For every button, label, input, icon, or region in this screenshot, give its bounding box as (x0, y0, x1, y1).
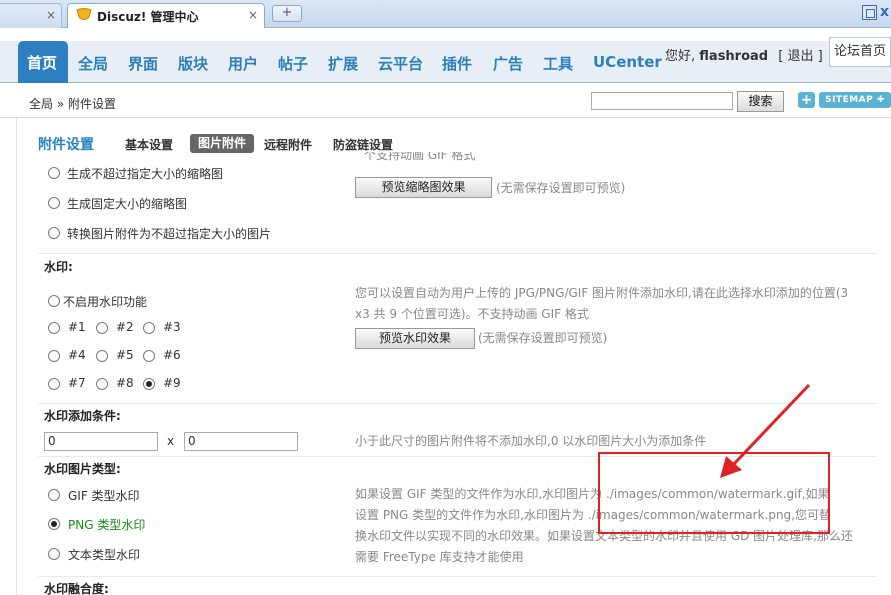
position-label: #8 (116, 376, 134, 390)
nav-item-forums[interactable]: 版块 (178, 53, 208, 74)
preview-thumbnail-button[interactable]: 预览缩略图效果 (355, 177, 492, 198)
min-width-input[interactable]: 0 (44, 432, 158, 451)
preview-watermark-hint: (无需保存设置即可预览) (478, 331, 608, 345)
condition-heading: 水印添加条件: (44, 409, 121, 423)
radio-thumb-fixed-size[interactable] (48, 197, 60, 209)
thumb-max-size-label: 生成不超过指定大小的缩略图 (67, 167, 224, 181)
radio-position-6[interactable] (143, 350, 155, 362)
browser-tab-active[interactable]: Discuz! 管理中心 × (67, 3, 265, 28)
nav-item-global[interactable]: 全局 (78, 53, 108, 74)
tab-anti-leech[interactable]: 防盗链设置 (333, 136, 393, 153)
position-label: #6 (163, 348, 181, 362)
nav-item-home[interactable]: 首页 (18, 41, 68, 83)
png-watermark-label: PNG 类型水印 (68, 518, 146, 532)
greeting-text: 您好, (665, 49, 696, 64)
new-tab-button[interactable]: + (272, 5, 302, 22)
preview-thumbnail-hint: (无需保存设置即可预览) (496, 181, 626, 195)
radio-position-4[interactable] (48, 350, 60, 362)
radio-position-5[interactable] (96, 350, 108, 362)
breadcrumb: 全局 » 附件设置 (29, 97, 116, 111)
hint-line: 需要 FreeType 库支持才能使用 (355, 550, 524, 564)
position-label: #3 (163, 320, 181, 334)
logout-link[interactable]: [ 退出 ] (778, 49, 822, 64)
sitemap-button[interactable]: SITEMAP ✚ (819, 92, 891, 108)
gif-watermark-label: GIF 类型水印 (68, 489, 140, 503)
convert-image-label: 转换图片附件为不超过指定大小的图片 (67, 227, 272, 241)
position-label: #9 (163, 376, 181, 390)
nav-item-extend[interactable]: 扩展 (328, 53, 358, 74)
radio-gif-watermark[interactable] (48, 489, 60, 501)
tab-title: Discuz! 管理中心 (97, 10, 199, 24)
nav-item-ucenter[interactable]: UCenter (593, 53, 662, 71)
radio-convert-image[interactable] (48, 227, 60, 239)
radio-text-watermark[interactable] (48, 548, 60, 560)
text-watermark-label: 文本类型水印 (68, 548, 141, 562)
restore-window-icon[interactable] (862, 5, 877, 20)
nav-item-cloud[interactable]: 云平台 (378, 53, 423, 74)
position-label: #2 (116, 320, 134, 334)
nav-item-ads[interactable]: 广告 (493, 53, 523, 74)
search-input[interactable] (591, 92, 733, 110)
position-label: #5 (116, 348, 134, 362)
divider (38, 576, 876, 577)
nav-item-plugins[interactable]: 插件 (442, 53, 472, 74)
user-greeting: 您好, flashroad [ 退出 ] (665, 45, 823, 64)
search-button[interactable]: 搜索 (737, 91, 784, 112)
position-label: #1 (68, 320, 86, 334)
condition-hint: 小于此尺寸的图片附件将不添加水印,0 以水印图片大小为添加条件 (355, 434, 707, 448)
browser-tab-inactive[interactable]: × (0, 3, 62, 28)
thumb-fixed-size-label: 生成固定大小的缩略图 (67, 197, 188, 211)
page-title: 附件设置 (38, 137, 94, 153)
radio-position-9[interactable] (143, 378, 155, 390)
radio-position-1[interactable] (48, 322, 60, 334)
radio-png-watermark[interactable] (48, 518, 60, 530)
tab-basic-settings[interactable]: 基本设置 (125, 136, 173, 153)
username: flashroad (699, 49, 769, 64)
radio-position-2[interactable] (96, 322, 108, 334)
hint-line: x3 共 9 个位置可选)。不支持动画 GIF 格式 (355, 307, 589, 321)
nav-item-users[interactable]: 用户 (228, 53, 258, 74)
image-type-heading: 水印图片类型: (44, 462, 121, 476)
tab-image-attachments[interactable]: 图片附件 (190, 134, 254, 153)
size-separator: x (167, 434, 175, 448)
close-icon[interactable]: × (46, 8, 56, 22)
radio-position-3[interactable] (143, 322, 155, 334)
position-label: #7 (68, 376, 86, 390)
min-height-input[interactable]: 0 (184, 432, 298, 451)
radio-thumb-max-size[interactable] (48, 167, 60, 179)
window-close-icon[interactable]: x (880, 4, 889, 20)
add-shortcut-button[interactable]: + (798, 92, 815, 108)
discuz-favicon-icon (76, 8, 92, 20)
nav-item-tools[interactable]: 工具 (543, 53, 573, 74)
position-label: #4 (68, 348, 86, 362)
close-icon[interactable]: × (248, 8, 258, 22)
radio-position-7[interactable] (48, 378, 60, 390)
thumb-truncated-hint: 个支持动画 GIF 格式 (364, 152, 476, 162)
tab-remote-attachments[interactable]: 远程附件 (264, 136, 312, 153)
preview-watermark-button[interactable]: 预览水印效果 (355, 328, 475, 349)
radio-position-8[interactable] (96, 378, 108, 390)
radio-watermark-disable[interactable] (48, 295, 60, 307)
watermark-disable-label: 不启用水印功能 (63, 295, 148, 309)
divider (38, 253, 876, 254)
nav-label: 首页 (27, 54, 58, 72)
nav-item-posts[interactable]: 帖子 (278, 53, 308, 74)
hint-line: 您可以设置自动为用户上传的 JPG/PNG/GIF 图片附件添加水印,请在此选择… (355, 286, 849, 300)
watermark-heading: 水印: (44, 260, 73, 274)
nav-item-interface[interactable]: 界面 (128, 53, 158, 74)
forum-home-button[interactable]: 论坛首页 (829, 37, 891, 67)
watermark-hint: 您可以设置自动为用户上传的 JPG/PNG/GIF 图片附件添加水印,请在此选择… (355, 283, 870, 325)
annotation-arrow-icon (720, 383, 811, 478)
content-left-border (16, 118, 17, 595)
blend-heading: 水印融合度: (44, 582, 109, 595)
